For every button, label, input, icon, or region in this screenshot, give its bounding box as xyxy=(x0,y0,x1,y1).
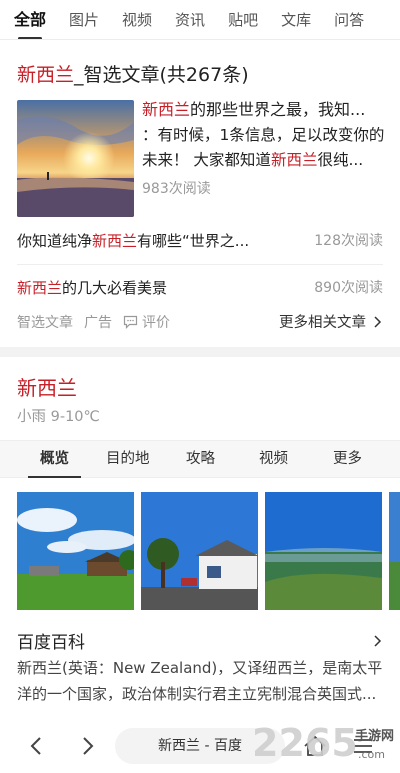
tab-more[interactable]: 更多 xyxy=(333,441,362,478)
chevron-right-icon xyxy=(374,634,382,647)
forward-arrow-icon[interactable] xyxy=(74,733,100,759)
article-2-pre: 你知道纯净 xyxy=(17,232,93,250)
article-3-row[interactable]: 新西兰的几大必看美景 890次阅读 xyxy=(17,277,383,298)
tab-images[interactable]: 图片 xyxy=(69,0,99,39)
tab-video[interactable]: 视频 xyxy=(259,441,288,478)
photo-carousel[interactable] xyxy=(17,492,400,610)
knowledge-tabs: 概览 目的地 攻略 视频 更多 xyxy=(0,440,400,478)
photo-3[interactable] xyxy=(265,492,382,610)
watermark-domain: .com xyxy=(358,748,385,761)
article-2-row[interactable]: 你知道纯净新西兰有哪些“世界之... 128次阅读 xyxy=(17,230,383,251)
more-articles-link[interactable]: 更多相关文章 xyxy=(279,311,383,332)
photo-4[interactable] xyxy=(389,492,400,610)
comment-button[interactable]: 评价 xyxy=(123,312,170,332)
tab-videos[interactable]: 视频 xyxy=(122,0,152,39)
article-3-keyword: 新西兰 xyxy=(17,279,63,297)
title-keyword: 新西兰 xyxy=(17,64,75,86)
comment-icon xyxy=(123,315,138,329)
tab-qa[interactable]: 问答 xyxy=(334,0,364,39)
knowledge-card-title[interactable]: 新西兰 xyxy=(17,372,77,401)
tab-all[interactable]: 全部 xyxy=(14,0,46,39)
source-label: 智选文章 xyxy=(17,314,73,331)
back-arrow-icon[interactable] xyxy=(24,733,50,759)
articles-meta-row: 智选文章 广告 评价 更多相关文章 xyxy=(17,311,383,332)
baike-header[interactable]: 百度百科 xyxy=(17,628,383,653)
row-divider xyxy=(17,264,383,265)
baike-title: 百度百科 xyxy=(17,633,85,653)
tab-news[interactable]: 资讯 xyxy=(175,0,205,39)
photo-2[interactable] xyxy=(141,492,258,610)
article-2-post: 有哪些“世界之... xyxy=(137,232,250,250)
tab-wenku[interactable]: 文库 xyxy=(281,0,311,39)
article-1-snippet-end: 很纯... xyxy=(317,151,364,169)
title-rest: _智选文章(共267条) xyxy=(74,64,249,86)
weather-info: 小雨 9-10℃ xyxy=(17,409,100,425)
site-watermark-logo: 2265 手游网 .com xyxy=(252,721,394,765)
baike-description[interactable]: 新西兰(英语：New Zealand)，又译纽西兰，是南太平洋的一个国家，政治体… xyxy=(17,656,385,708)
article-1-read-count: 983次阅读 xyxy=(142,181,211,197)
article-1-title: 的那些世界之最，我知... xyxy=(190,100,366,119)
articles-section-title[interactable]: 新西兰_智选文章(共267条) xyxy=(17,60,249,87)
article-1-snippet-keyword: 新西兰 xyxy=(270,151,318,169)
tab-overview[interactable]: 概览 xyxy=(28,441,81,478)
article-2-read-count: 128次阅读 xyxy=(314,233,383,249)
comment-label: 评价 xyxy=(142,314,170,331)
article-1-text[interactable]: 新西兰的那些世界之最，我知... ：有时候，1条信息，足以改变你的未来！ 大家都… xyxy=(142,97,385,172)
article-3-post: 的几大必看美景 xyxy=(62,279,168,297)
article-2-keyword: 新西兰 xyxy=(92,232,138,250)
watermark-name: 手游网 xyxy=(355,728,394,744)
watermark-number: 2265 xyxy=(252,721,358,765)
more-articles-label: 更多相关文章 xyxy=(279,315,366,331)
tab-guides[interactable]: 攻略 xyxy=(186,441,215,478)
section-gap xyxy=(0,347,400,357)
tab-tieba[interactable]: 贴吧 xyxy=(228,0,258,39)
article-thumbnail[interactable] xyxy=(17,100,134,217)
chevron-right-icon xyxy=(374,315,382,328)
ad-label: 广告 xyxy=(84,314,112,331)
article-1-keyword: 新西兰 xyxy=(142,100,191,119)
tab-destinations[interactable]: 目的地 xyxy=(106,441,150,478)
article-3-read-count: 890次阅读 xyxy=(314,280,383,296)
search-category-tabs: 全部 图片 视频 资讯 贴吧 文库 问答 xyxy=(0,0,400,40)
photo-1[interactable] xyxy=(17,492,134,610)
